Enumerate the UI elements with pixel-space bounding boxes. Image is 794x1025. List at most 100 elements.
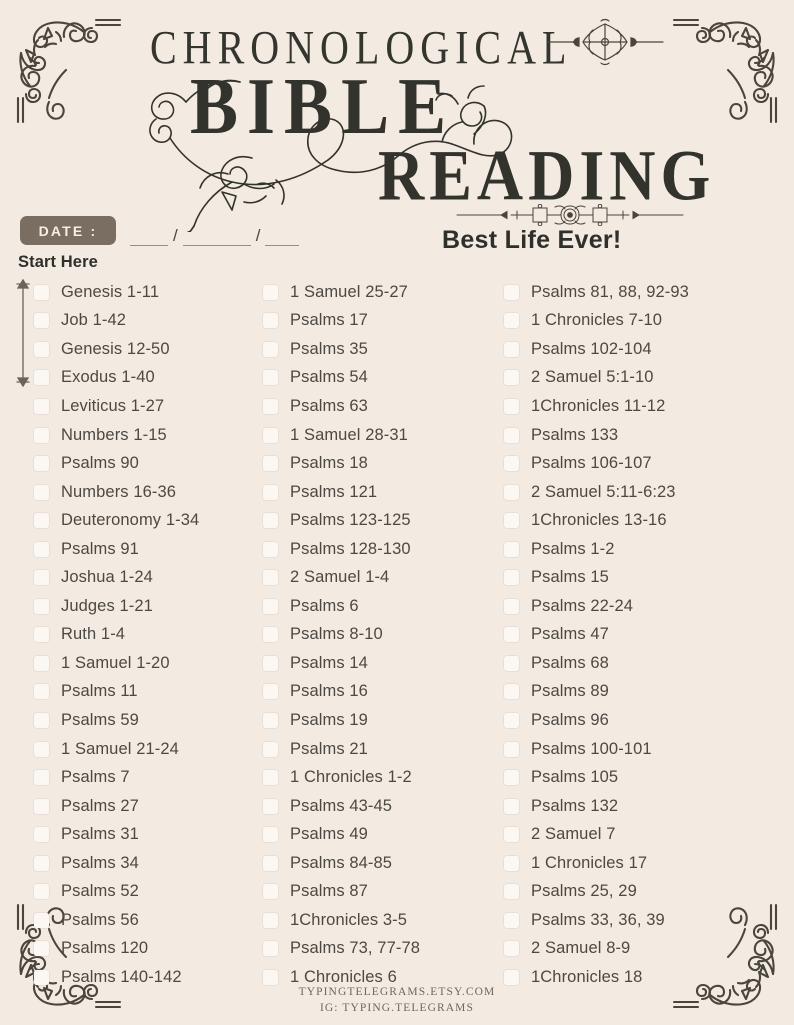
- checkbox[interactable]: [34, 798, 49, 814]
- reading-row[interactable]: Psalms 22-24: [504, 592, 754, 621]
- reading-row[interactable]: 1 Samuel 28-31: [263, 421, 499, 450]
- checkbox[interactable]: [263, 884, 278, 900]
- checkbox[interactable]: [504, 627, 519, 643]
- reading-row[interactable]: 2 Samuel 1-4: [263, 563, 499, 592]
- checkbox[interactable]: [34, 684, 49, 700]
- checkbox[interactable]: [263, 456, 278, 472]
- reading-row[interactable]: Psalms 25, 29: [504, 877, 754, 906]
- checkbox[interactable]: [263, 712, 278, 728]
- reading-row[interactable]: Psalms 128-130: [263, 535, 499, 564]
- reading-row[interactable]: Psalms 59: [34, 706, 260, 735]
- reading-row[interactable]: Psalms 33, 36, 39: [504, 906, 754, 935]
- checkbox[interactable]: [34, 770, 49, 786]
- reading-row[interactable]: Deuteronomy 1-34: [34, 506, 260, 535]
- reading-row[interactable]: Psalms 100-101: [504, 735, 754, 764]
- checkbox[interactable]: [263, 684, 278, 700]
- date-input-group[interactable]: / /: [130, 216, 300, 246]
- checkbox[interactable]: [504, 284, 519, 300]
- reading-row[interactable]: 1Chronicles 3-5: [263, 906, 499, 935]
- reading-row[interactable]: Psalms 47: [504, 621, 754, 650]
- reading-row[interactable]: 1Chronicles 13-16: [504, 506, 754, 535]
- reading-row[interactable]: Psalms 56: [34, 906, 260, 935]
- checkbox[interactable]: [34, 541, 49, 557]
- reading-row[interactable]: Psalms 49: [263, 820, 499, 849]
- reading-row[interactable]: Psalms 18: [263, 449, 499, 478]
- checkbox[interactable]: [34, 941, 49, 957]
- reading-row[interactable]: Psalms 7: [34, 763, 260, 792]
- checkbox[interactable]: [34, 855, 49, 871]
- checkbox[interactable]: [263, 655, 278, 671]
- checkbox[interactable]: [504, 712, 519, 728]
- checkbox[interactable]: [263, 741, 278, 757]
- reading-row[interactable]: 2 Samuel 5:1-10: [504, 364, 754, 393]
- checkbox[interactable]: [504, 770, 519, 786]
- checkbox[interactable]: [504, 398, 519, 414]
- checkbox[interactable]: [504, 313, 519, 329]
- reading-row[interactable]: Numbers 16-36: [34, 478, 260, 507]
- reading-row[interactable]: Psalms 15: [504, 563, 754, 592]
- checkbox[interactable]: [263, 598, 278, 614]
- reading-row[interactable]: Psalms 123-125: [263, 506, 499, 535]
- reading-row[interactable]: Judges 1-21: [34, 592, 260, 621]
- checkbox[interactable]: [504, 855, 519, 871]
- checkbox[interactable]: [34, 570, 49, 586]
- reading-row[interactable]: Psalms 31: [34, 820, 260, 849]
- reading-row[interactable]: Psalms 90: [34, 449, 260, 478]
- checkbox[interactable]: [34, 513, 49, 529]
- checkbox[interactable]: [504, 456, 519, 472]
- reading-row[interactable]: 1 Chronicles 1-2: [263, 763, 499, 792]
- checkbox[interactable]: [263, 941, 278, 957]
- checkbox[interactable]: [504, 370, 519, 386]
- checkbox[interactable]: [34, 398, 49, 414]
- reading-row[interactable]: Psalms 11: [34, 678, 260, 707]
- checkbox[interactable]: [504, 884, 519, 900]
- checkbox[interactable]: [263, 484, 278, 500]
- reading-row[interactable]: Psalms 17: [263, 307, 499, 336]
- checkbox[interactable]: [504, 598, 519, 614]
- checkbox[interactable]: [34, 370, 49, 386]
- checkbox[interactable]: [263, 398, 278, 414]
- reading-row[interactable]: Psalms 105: [504, 763, 754, 792]
- reading-row[interactable]: Joshua 1-24: [34, 563, 260, 592]
- checkbox[interactable]: [34, 912, 49, 928]
- reading-row[interactable]: Psalms 87: [263, 877, 499, 906]
- reading-row[interactable]: 1 Samuel 21-24: [34, 735, 260, 764]
- reading-row[interactable]: Numbers 1-15: [34, 421, 260, 450]
- reading-row[interactable]: Psalms 132: [504, 792, 754, 821]
- checkbox[interactable]: [263, 341, 278, 357]
- reading-row[interactable]: Psalms 43-45: [263, 792, 499, 821]
- checkbox[interactable]: [263, 827, 278, 843]
- checkbox[interactable]: [504, 827, 519, 843]
- checkbox[interactable]: [34, 655, 49, 671]
- reading-row[interactable]: Psalms 63: [263, 392, 499, 421]
- reading-row[interactable]: Psalms 81, 88, 92-93: [504, 278, 754, 307]
- reading-row[interactable]: Genesis 12-50: [34, 335, 260, 364]
- checkbox[interactable]: [34, 969, 49, 985]
- checkbox[interactable]: [34, 284, 49, 300]
- reading-row[interactable]: 1 Samuel 25-27: [263, 278, 499, 307]
- reading-row[interactable]: Psalms 120: [34, 935, 260, 964]
- checkbox[interactable]: [34, 741, 49, 757]
- reading-row[interactable]: Genesis 1-11: [34, 278, 260, 307]
- checkbox[interactable]: [263, 855, 278, 871]
- reading-row[interactable]: Psalms 133: [504, 421, 754, 450]
- checkbox[interactable]: [34, 341, 49, 357]
- checkbox[interactable]: [34, 456, 49, 472]
- date-month-field[interactable]: [130, 224, 168, 246]
- checkbox[interactable]: [504, 912, 519, 928]
- reading-row[interactable]: Psalms 1-2: [504, 535, 754, 564]
- reading-row[interactable]: Psalms 102-104: [504, 335, 754, 364]
- checkbox[interactable]: [504, 684, 519, 700]
- checkbox[interactable]: [263, 284, 278, 300]
- reading-row[interactable]: 1 Chronicles 17: [504, 849, 754, 878]
- checkbox[interactable]: [504, 941, 519, 957]
- reading-row[interactable]: Psalms 91: [34, 535, 260, 564]
- checkbox[interactable]: [34, 712, 49, 728]
- checkbox[interactable]: [504, 741, 519, 757]
- reading-row[interactable]: Psalms 14: [263, 649, 499, 678]
- checkbox[interactable]: [504, 513, 519, 529]
- checkbox[interactable]: [504, 655, 519, 671]
- reading-row[interactable]: Psalms 6: [263, 592, 499, 621]
- checkbox[interactable]: [34, 884, 49, 900]
- reading-row[interactable]: 1Chronicles 11-12: [504, 392, 754, 421]
